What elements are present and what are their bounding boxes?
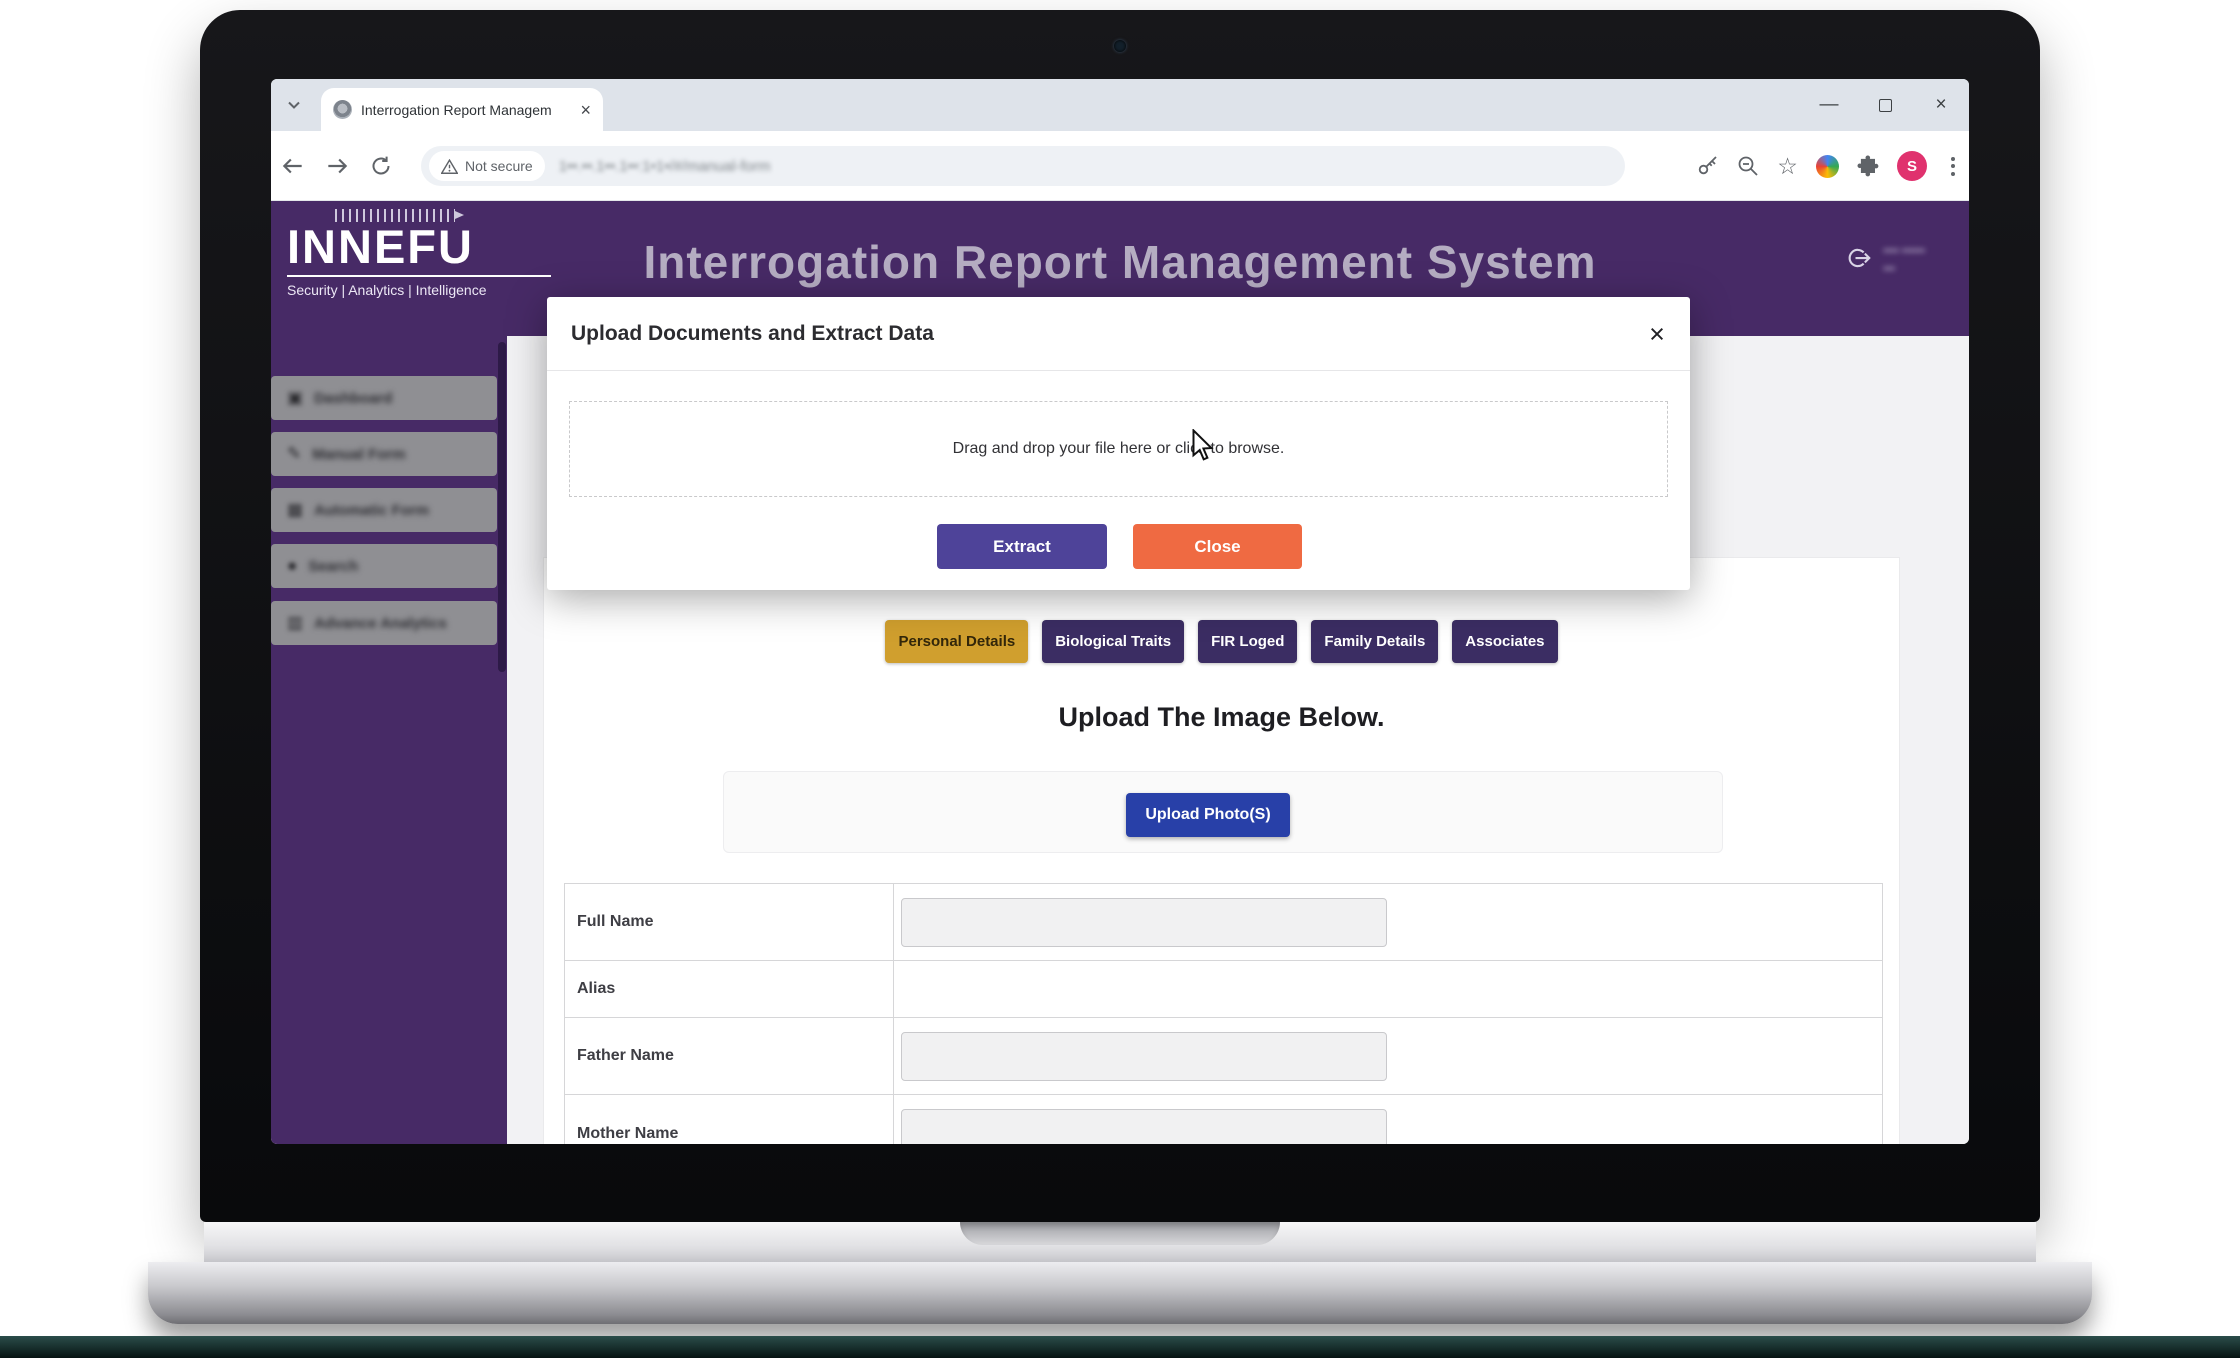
user-area: •••• •••••• •••	[1843, 243, 1925, 278]
user-info-text: •••• •••••• •••	[1883, 243, 1925, 278]
browser-tab-strip: Interrogation Report Managem × — ×	[271, 79, 1969, 131]
tab-personal-details[interactable]: Personal Details	[885, 620, 1028, 663]
forward-button[interactable]	[317, 146, 357, 186]
desk-edge	[0, 1336, 2240, 1358]
tab-fir-loged[interactable]: FIR Loged	[1198, 620, 1297, 663]
section-tabs: Personal Details Biological Traits FIR L…	[543, 620, 1900, 663]
sidebar-item-label: Automatic Form	[314, 502, 429, 519]
mouse-cursor-icon	[1187, 429, 1217, 468]
tab-biological-traits[interactable]: Biological Traits	[1042, 620, 1184, 663]
minimize-button[interactable]: —	[1801, 79, 1857, 131]
profile-avatar[interactable]: S	[1897, 151, 1927, 181]
sidebar-item-label: Dashboard	[314, 390, 392, 407]
father-name-input[interactable]	[901, 1032, 1387, 1081]
modal-divider	[547, 370, 1690, 371]
sidebar-item-label: Manual Form	[312, 446, 405, 463]
laptop-base	[148, 1262, 2092, 1324]
modal-title: Upload Documents and Extract Data	[571, 297, 934, 370]
father-name-cell	[894, 1018, 1882, 1094]
webcam	[1114, 40, 1126, 52]
sidebar-item-label: Advance Analytics	[314, 615, 447, 632]
dropzone-text: Drag and drop your file here or click to…	[953, 440, 1285, 458]
full-name-input[interactable]	[901, 898, 1387, 947]
form-icon: ✎	[287, 444, 301, 464]
extension-colored-icon[interactable]	[1814, 153, 1841, 180]
tab-title: Interrogation Report Managem	[361, 102, 571, 118]
password-key-icon[interactable]	[1694, 153, 1721, 180]
sidebar-item-search[interactable]: ● Search	[271, 544, 497, 588]
navbar-actions: ☆ S	[1694, 146, 1963, 186]
auto-form-icon: ▦	[287, 500, 303, 520]
search-icon: ●	[287, 556, 297, 576]
maximize-icon	[1879, 99, 1892, 112]
table-row: Alias	[565, 961, 1882, 1018]
alias-label: Alias	[565, 961, 894, 1017]
sidebar-scrollbar[interactable]	[498, 342, 506, 672]
alias-cell	[894, 961, 1882, 1017]
sidebar-item-label: Search	[308, 558, 358, 575]
browser-menu-icon[interactable]	[1943, 153, 1963, 180]
table-row: Father Name	[565, 1018, 1882, 1095]
tab-close-icon[interactable]: ×	[580, 101, 591, 119]
zoom-icon[interactable]	[1734, 153, 1761, 180]
sidebar-item-dashboard[interactable]: ▣ Dashboard	[271, 376, 497, 420]
modal-close-icon[interactable]: ×	[1640, 317, 1674, 351]
father-name-label: Father Name	[565, 1018, 894, 1094]
bookmark-star-icon[interactable]: ☆	[1774, 153, 1801, 180]
laptop-bezel: Interrogation Report Managem × — ×	[200, 10, 2040, 1222]
tab-favicon	[333, 100, 352, 119]
tab-search-chevron-icon[interactable]	[281, 92, 307, 118]
extension-logo	[1816, 155, 1839, 178]
sidebar-item-advance-analytics[interactable]: ▥ Advance Analytics	[271, 601, 497, 645]
warning-icon	[441, 159, 458, 174]
table-row: Full Name	[565, 884, 1882, 961]
browser-navbar: Not secure 1••.••.1••.1••:1•1•/#/manual-…	[271, 131, 1969, 201]
mother-name-label: Mother Name	[565, 1095, 894, 1144]
table-row: Mother Name	[565, 1095, 1882, 1144]
full-name-cell	[894, 884, 1882, 960]
logo-ticks-icon	[335, 209, 455, 222]
file-dropzone[interactable]: Drag and drop your file here or click to…	[569, 401, 1668, 497]
mother-name-input[interactable]	[901, 1109, 1387, 1144]
analytics-icon: ▥	[287, 613, 303, 633]
window-controls: — ×	[1801, 79, 1969, 131]
page-title: Interrogation Report Management System	[271, 235, 1969, 289]
user-line-1: •••• ••••••	[1883, 243, 1925, 261]
extensions-puzzle-icon[interactable]	[1854, 153, 1881, 180]
browser-window: Interrogation Report Managem × — ×	[271, 79, 1969, 1144]
tab-family-details[interactable]: Family Details	[1311, 620, 1438, 663]
maximize-button[interactable]	[1857, 79, 1913, 131]
upload-photo-button[interactable]: Upload Photo(S)	[1126, 793, 1290, 837]
personal-details-table: Full Name Alias Father Name Mother Name	[564, 883, 1883, 1144]
logout-icon[interactable]	[1843, 243, 1873, 278]
browser-tab[interactable]: Interrogation Report Managem ×	[321, 88, 603, 131]
extract-button[interactable]: Extract	[937, 524, 1107, 569]
reload-button[interactable]	[361, 146, 401, 186]
not-secure-chip[interactable]: Not secure	[429, 151, 545, 181]
sidebar-item-automatic-form[interactable]: ▦ Automatic Form	[271, 488, 497, 532]
upload-image-heading: Upload The Image Below.	[543, 702, 1900, 733]
full-name-label: Full Name	[565, 884, 894, 960]
sidebar-item-manual-form[interactable]: ✎ Manual Form	[271, 432, 497, 476]
url-bar[interactable]: Not secure 1••.••.1••.1••:1•1•/#/manual-…	[421, 146, 1625, 186]
sidebar: ▣ Dashboard ✎ Manual Form ▦ Automatic Fo…	[271, 336, 507, 1144]
upload-documents-modal: Upload Documents and Extract Data × Drag…	[547, 297, 1690, 590]
tab-associates[interactable]: Associates	[1452, 620, 1557, 663]
close-button[interactable]: Close	[1133, 524, 1302, 569]
mother-name-cell	[894, 1095, 1882, 1144]
laptop-mockup: Interrogation Report Managem × — ×	[0, 0, 2240, 1358]
back-button[interactable]	[273, 146, 313, 186]
close-window-button[interactable]: ×	[1913, 79, 1969, 131]
not-secure-label: Not secure	[465, 158, 533, 174]
dashboard-icon: ▣	[287, 388, 303, 408]
laptop-lid-notch	[960, 1222, 1280, 1245]
url-text: 1••.••.1••.1••:1•1•/#/manual-form	[559, 158, 771, 175]
user-line-2: •••	[1883, 261, 1925, 279]
